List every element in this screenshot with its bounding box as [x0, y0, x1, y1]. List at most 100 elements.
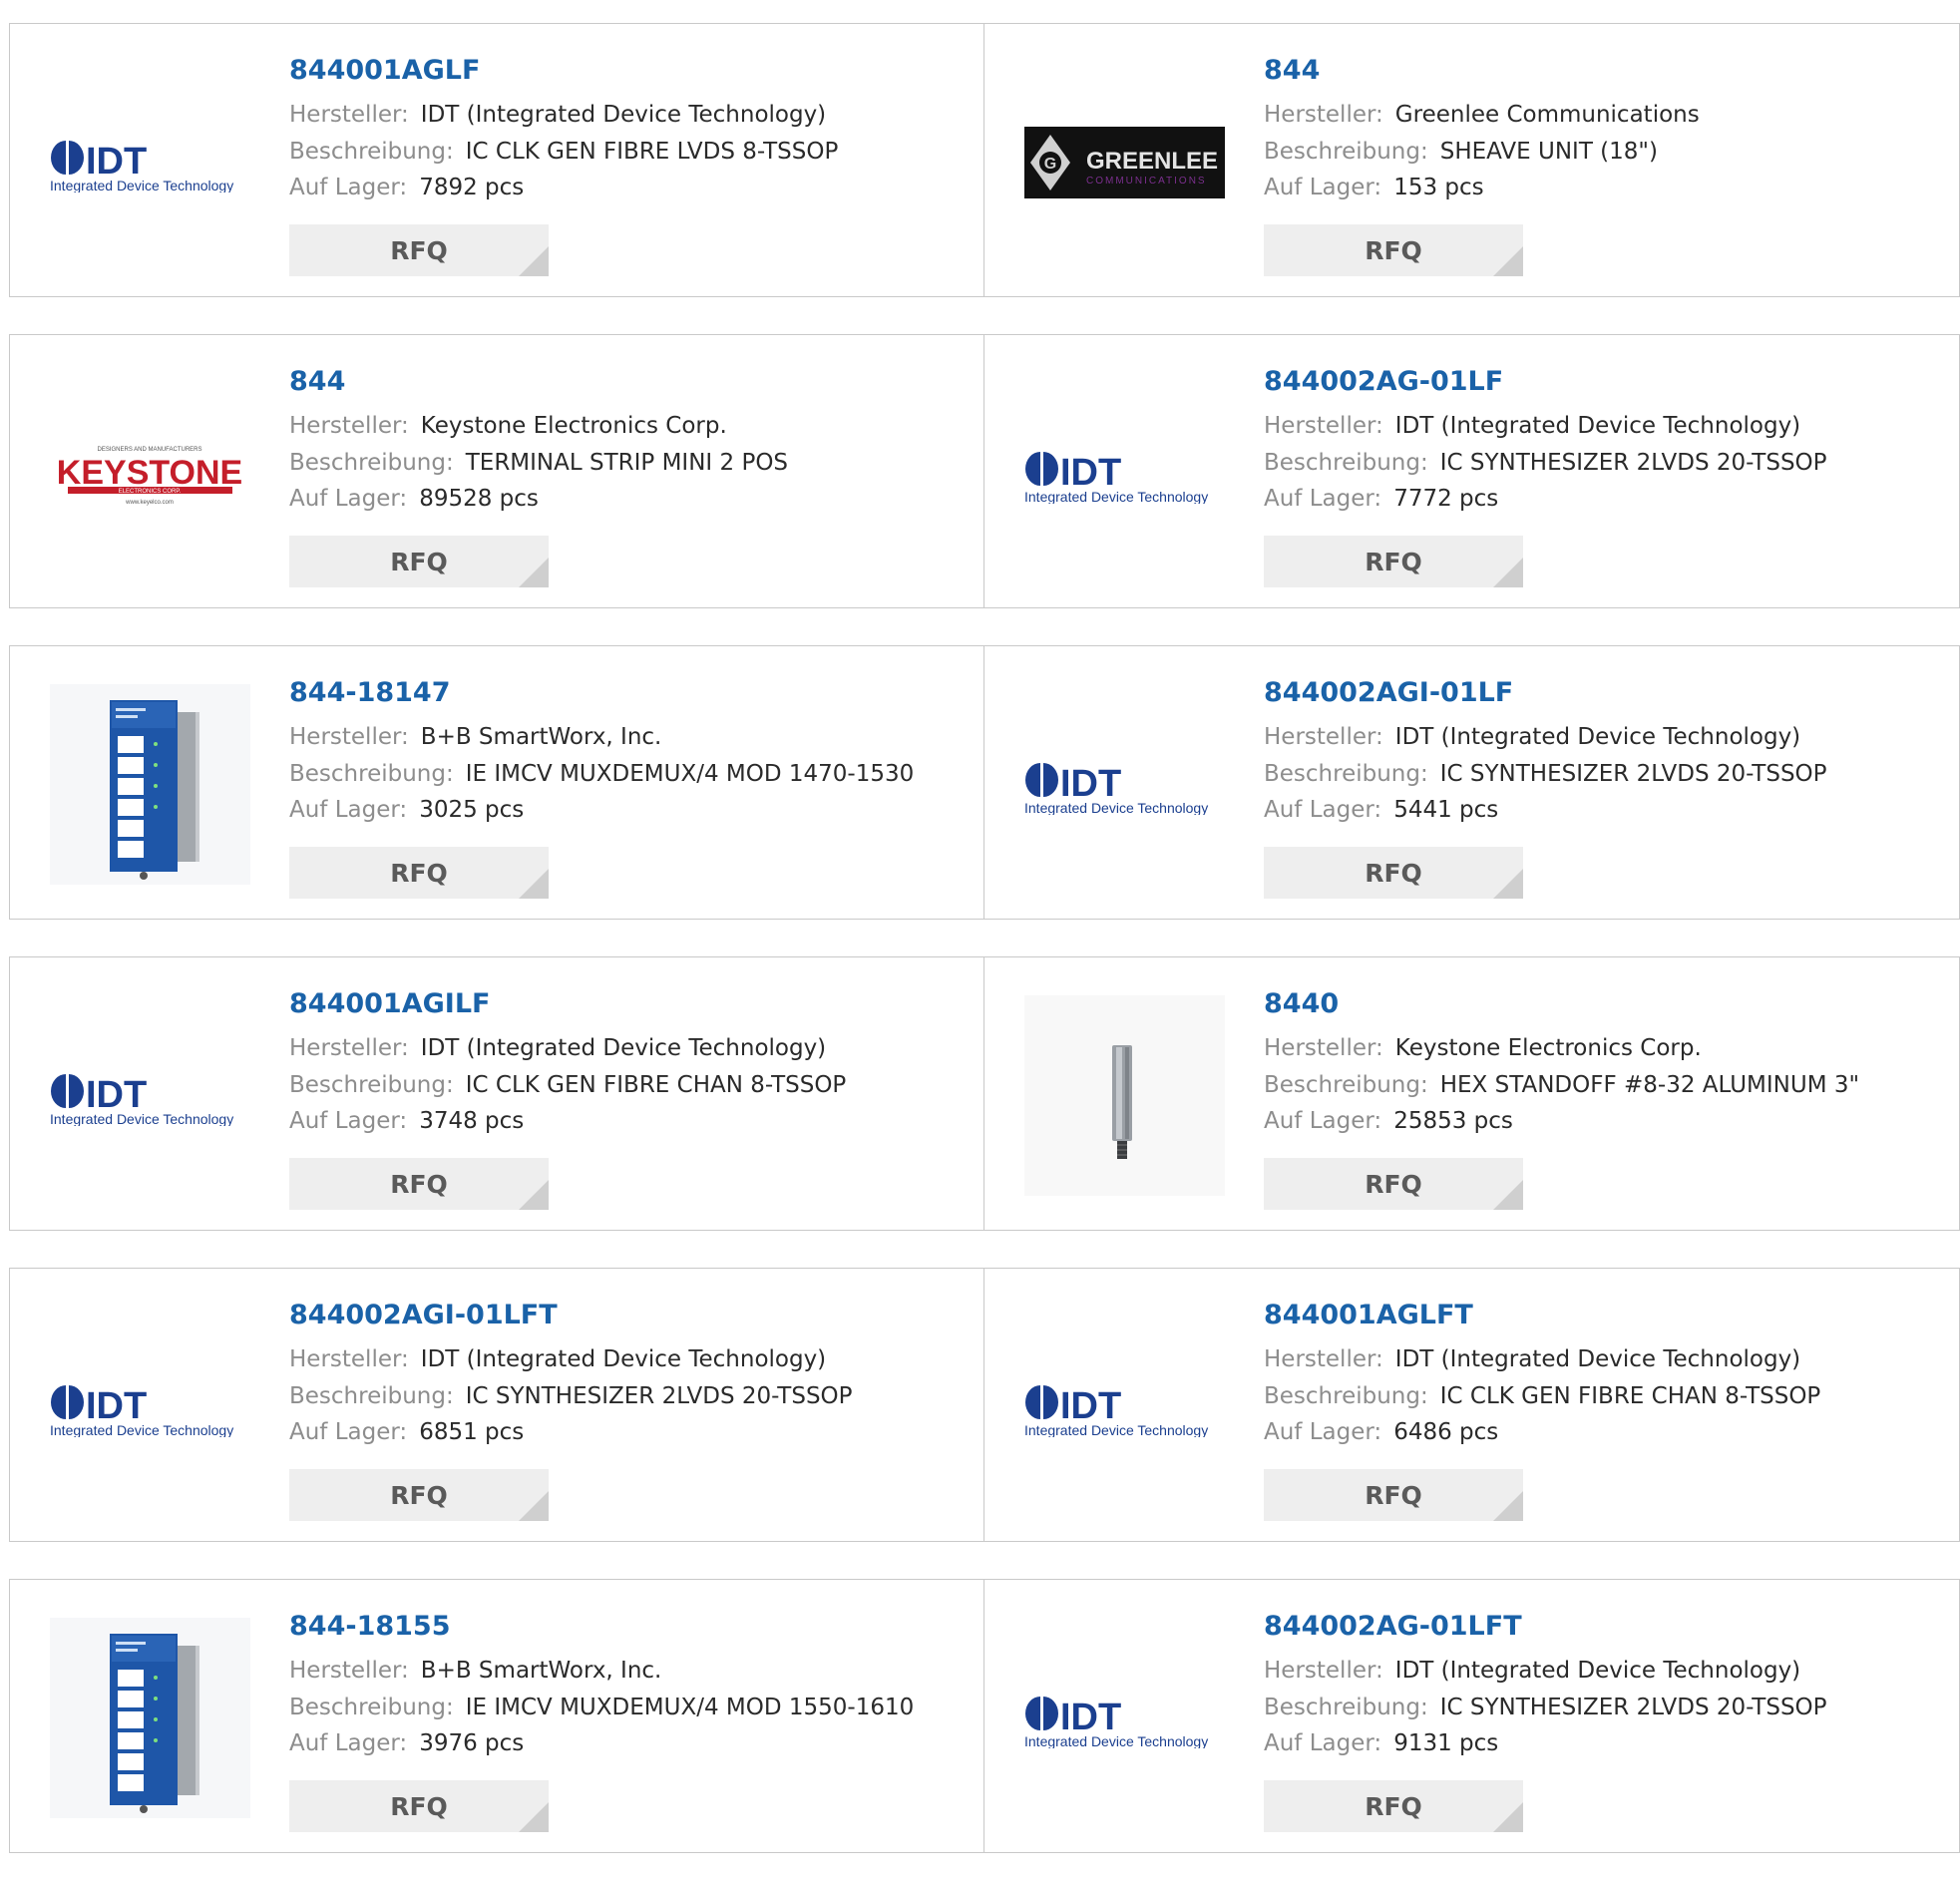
part-number-link[interactable]: 844: [1264, 54, 1949, 88]
rfq-button[interactable]: RFQ: [289, 1469, 549, 1521]
manufacturer-logo[interactable]: IDT Integrated Device Technology: [50, 1307, 250, 1507]
part-number-link[interactable]: 844001AGILF: [289, 987, 974, 1021]
rfq-label: RFQ: [390, 858, 448, 888]
rfq-label: RFQ: [390, 235, 448, 265]
keystone-logo: DESIGNERS AND MANUFACTURERS KEYSTONE ELE…: [57, 447, 242, 506]
product-info: 8440 Hersteller: Keystone Electronics Cor…: [1264, 987, 1949, 1140]
product-row: 844-18155 Hersteller: B+B SmartWorx, Inc.…: [9, 1579, 1960, 1853]
part-number-link[interactable]: 844002AGI-01LFT: [289, 1299, 974, 1332]
rfq-button[interactable]: RFQ: [289, 1158, 549, 1210]
manufacturer-logo[interactable]: IDT Integrated Device Technology: [1024, 373, 1225, 573]
idt-logo: IDT Integrated Device Technology: [50, 140, 233, 192]
rfq-button[interactable]: RFQ: [1264, 536, 1523, 587]
stock-value: 5441 pcs: [1393, 797, 1499, 823]
stock-label: Auf Lager:: [1264, 1108, 1382, 1134]
description-row: Beschreibung: IC SYNTHESIZER 2LVDS 20-TSS…: [1264, 1690, 1949, 1726]
idt-mark: IDT: [1060, 763, 1121, 805]
idt-subtitle: Integrated Device Technology: [1024, 489, 1208, 504]
corner-triangle-icon: [519, 1802, 549, 1832]
product-card: IDT Integrated Device Technology 844002A…: [984, 334, 1960, 608]
manufacturer-logo[interactable]: [1024, 995, 1225, 1196]
product-info: 844002AGI-01LF Hersteller: IDT (Integrate…: [1264, 676, 1949, 829]
part-number-link[interactable]: 844002AG-01LF: [1264, 365, 1949, 399]
manufacturer-value: IDT (Integrated Device Technology): [1394, 1346, 1801, 1372]
manufacturer-logo[interactable]: IDT Integrated Device Technology: [50, 62, 250, 262]
description-label: Beschreibung:: [289, 449, 454, 476]
product-row: IDT Integrated Device Technology 844001A…: [9, 23, 1960, 297]
description-value: IE IMCV MUXDEMUX/4 MOD 1470-1530: [465, 760, 915, 787]
rfq-button[interactable]: RFQ: [1264, 224, 1523, 276]
rfq-button[interactable]: RFQ: [289, 536, 549, 587]
manufacturer-value: IDT (Integrated Device Technology): [420, 102, 827, 128]
svg-text:G: G: [1044, 156, 1056, 173]
greenlee-mark: GREENLEE: [1086, 148, 1218, 175]
part-number-link[interactable]: 844: [289, 365, 974, 399]
description-value: IE IMCV MUXDEMUX/4 MOD 1550-1610: [465, 1694, 915, 1720]
idt-logo: IDT Integrated Device Technology: [1024, 1696, 1208, 1748]
manufacturer-logo[interactable]: G GREENLEE COMMUNICATIONS: [1024, 62, 1225, 262]
rfq-button[interactable]: RFQ: [289, 224, 549, 276]
manufacturer-value: IDT (Integrated Device Technology): [1394, 1658, 1801, 1684]
product-card: DESIGNERS AND MANUFACTURERS KEYSTONE ELE…: [9, 334, 984, 608]
manufacturer-logo[interactable]: IDT Integrated Device Technology: [1024, 684, 1225, 885]
product-card: 844-18155 Hersteller: B+B SmartWorx, Inc.…: [9, 1579, 984, 1853]
manufacturer-row: Hersteller: B+B SmartWorx, Inc.: [289, 1653, 974, 1690]
manufacturer-logo[interactable]: IDT Integrated Device Technology: [1024, 1307, 1225, 1507]
product-card: IDT Integrated Device Technology 844001A…: [9, 956, 984, 1231]
stock-value: 89528 pcs: [419, 486, 539, 512]
manufacturer-logo[interactable]: IDT Integrated Device Technology: [50, 995, 250, 1196]
manufacturer-label: Hersteller:: [289, 413, 409, 439]
rfq-label: RFQ: [1365, 858, 1422, 888]
manufacturer-label: Hersteller:: [1264, 1658, 1383, 1684]
stock-label: Auf Lager:: [289, 797, 408, 823]
rfq-label: RFQ: [390, 1480, 448, 1510]
part-number-link[interactable]: 8440: [1264, 987, 1949, 1021]
manufacturer-logo[interactable]: [50, 684, 250, 885]
description-row: Beschreibung: IE IMCV MUXDEMUX/4 MOD 1550…: [289, 1690, 974, 1726]
product-info: 844001AGILF Hersteller: IDT (Integrated D…: [289, 987, 974, 1140]
part-number-link[interactable]: 844001AGLF: [289, 54, 974, 88]
corner-triangle-icon: [1493, 869, 1523, 899]
manufacturer-logo[interactable]: [50, 1618, 250, 1818]
corner-triangle-icon: [519, 869, 549, 899]
stock-value: 3976 pcs: [419, 1730, 525, 1756]
product-row: IDT Integrated Device Technology 844002A…: [9, 1268, 1960, 1542]
stock-row: Auf Lager: 6486 pcs: [1264, 1414, 1949, 1451]
rfq-button[interactable]: RFQ: [289, 847, 549, 899]
description-value: IC CLK GEN FIBRE CHAN 8-TSSOP: [1439, 1382, 1821, 1409]
idt-logo: IDT Integrated Device Technology: [1024, 1384, 1208, 1437]
stock-label: Auf Lager:: [289, 1419, 408, 1445]
rfq-button[interactable]: RFQ: [289, 1780, 549, 1832]
idt-mark: IDT: [86, 1074, 147, 1116]
idt-subtitle: Integrated Device Technology: [50, 1422, 233, 1437]
stock-label: Auf Lager:: [289, 1108, 408, 1134]
keystone-subtitle: ELECTRONICS CORP.: [119, 489, 182, 495]
description-label: Beschreibung:: [289, 1694, 454, 1720]
stock-label: Auf Lager:: [1264, 1419, 1382, 1445]
idt-mark: IDT: [86, 141, 147, 183]
part-number-link[interactable]: 844002AGI-01LF: [1264, 676, 1949, 710]
stock-label: Auf Lager:: [289, 1730, 408, 1756]
corner-triangle-icon: [1493, 1802, 1523, 1832]
idt-logo: IDT Integrated Device Technology: [1024, 762, 1208, 815]
manufacturer-logo[interactable]: DESIGNERS AND MANUFACTURERS KEYSTONE ELE…: [50, 373, 250, 573]
rfq-label: RFQ: [1365, 1480, 1422, 1510]
manufacturer-label: Hersteller:: [289, 1346, 409, 1372]
stock-value: 6851 pcs: [419, 1419, 525, 1445]
idt-mark: IDT: [1060, 452, 1121, 494]
rfq-label: RFQ: [1365, 1791, 1422, 1821]
part-number-link[interactable]: 844-18155: [289, 1610, 974, 1644]
part-number-link[interactable]: 844001AGLFT: [1264, 1299, 1949, 1332]
rfq-button[interactable]: RFQ: [1264, 1469, 1523, 1521]
part-number-link[interactable]: 844-18147: [289, 676, 974, 710]
manufacturer-label: Hersteller:: [289, 1658, 409, 1684]
product-card: 8440 Hersteller: Keystone Electronics Cor…: [984, 956, 1960, 1231]
manufacturer-value: IDT (Integrated Device Technology): [1394, 413, 1801, 439]
description-row: Beschreibung: SHEAVE UNIT (18"): [1264, 134, 1949, 171]
rfq-button[interactable]: RFQ: [1264, 1158, 1523, 1210]
manufacturer-row: Hersteller: IDT (Integrated Device Techno…: [1264, 408, 1949, 445]
part-number-link[interactable]: 844002AG-01LFT: [1264, 1610, 1949, 1644]
rfq-button[interactable]: RFQ: [1264, 847, 1523, 899]
rfq-button[interactable]: RFQ: [1264, 1780, 1523, 1832]
manufacturer-logo[interactable]: IDT Integrated Device Technology: [1024, 1618, 1225, 1818]
